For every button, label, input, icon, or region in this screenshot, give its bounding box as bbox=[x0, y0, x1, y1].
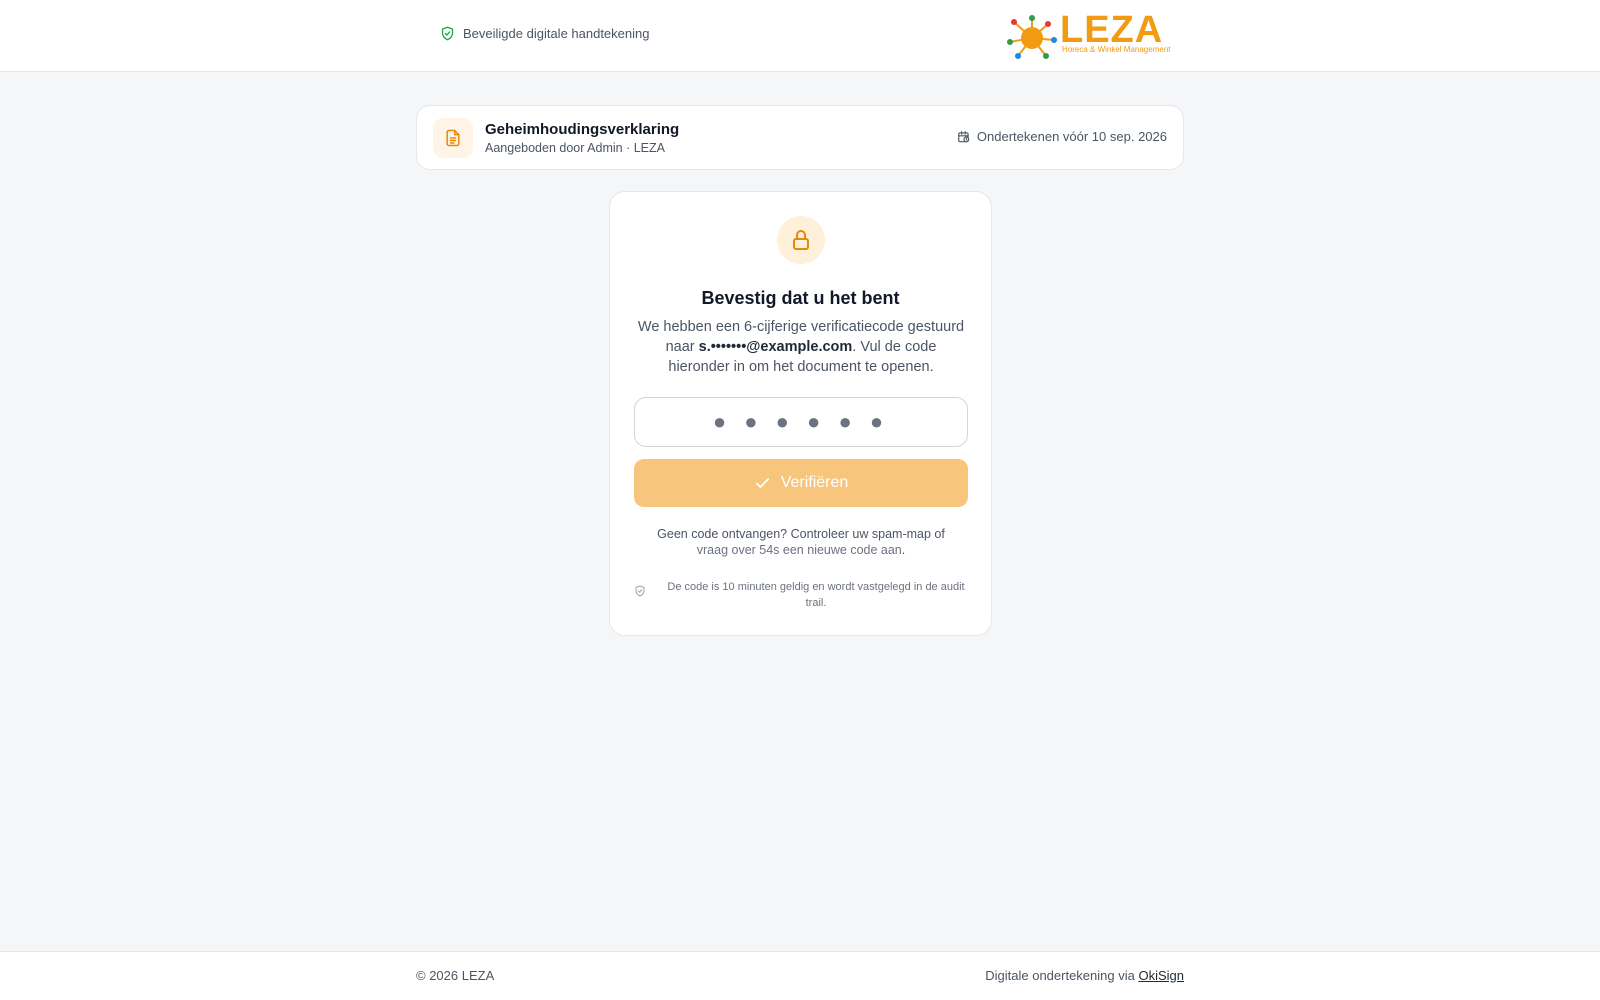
secure-label: Beveiligde digitale handtekening bbox=[463, 26, 650, 41]
okisign-link[interactable]: OkiSign bbox=[1138, 968, 1184, 983]
top-bar: Beveiligde digitale handtekening LEZA Ho… bbox=[0, 0, 1600, 72]
document-card: Geheimhoudingsverklaring Aangeboden door… bbox=[416, 105, 1184, 170]
logo-wordmark: LEZA bbox=[1060, 9, 1164, 51]
audit-note-text: De code is 10 minuten geldig en wordt va… bbox=[667, 581, 965, 609]
powered-by: Digitale ondertekening via OkiSign bbox=[985, 968, 1184, 983]
document-icon-badge bbox=[433, 118, 473, 158]
verify-button-label: Verifiëren bbox=[780, 474, 849, 491]
lock-icon-badge bbox=[777, 216, 825, 264]
leza-logo: LEZA Horeca & Winkel Management bbox=[1004, 9, 1171, 60]
verify-button[interactable]: Verifiëren bbox=[634, 459, 968, 507]
audit-note: De code is 10 minuten geldig en wordt va… bbox=[634, 579, 968, 611]
shield-check-icon bbox=[635, 585, 645, 597]
check-icon bbox=[755, 477, 769, 488]
document-icon bbox=[446, 129, 460, 147]
verification-title: Bevestig dat u het bent bbox=[701, 288, 900, 308]
powered-by-label: Digitale ondertekening via bbox=[985, 968, 1139, 983]
verification-description: We hebben een 6-cijferige verificatiecod… bbox=[636, 317, 966, 377]
document-sender: Aangeboden door Admin · LEZA bbox=[485, 141, 665, 155]
verification-code-input[interactable] bbox=[634, 397, 968, 447]
resend-text-end: . bbox=[901, 543, 906, 557]
masked-email: s.•••••••@example.com bbox=[698, 339, 853, 355]
logo-tagline: Horeca & Winkel Management bbox=[1062, 45, 1171, 54]
lock-icon bbox=[793, 230, 809, 250]
logo-sun-icon bbox=[1007, 15, 1057, 59]
resend-text: Geen code ontvangen? Controleer uw spam-… bbox=[657, 527, 945, 541]
footer: © 2026 LEZA Digitale ondertekening via O… bbox=[0, 951, 1600, 1000]
copyright: © 2026 LEZA bbox=[416, 968, 495, 983]
verification-card: Bevestig dat u het bent We hebben een 6-… bbox=[609, 191, 992, 636]
deadline-label: Ondertekenen vóór 10 sep. 2026 bbox=[976, 129, 1167, 144]
resend-countdown: vraag over 54s een nieuwe code aan bbox=[696, 543, 902, 557]
resend-hint: Geen code ontvangen? Controleer uw spam-… bbox=[634, 526, 968, 558]
shield-check-icon bbox=[441, 26, 454, 41]
secure-signature-indicator: Beveiligde digitale handtekening bbox=[440, 26, 649, 41]
sign-deadline: Ondertekenen vóór 10 sep. 2026 bbox=[957, 129, 1167, 144]
document-title: Geheimhoudingsverklaring bbox=[485, 121, 680, 138]
calendar-clock-icon bbox=[958, 130, 970, 142]
